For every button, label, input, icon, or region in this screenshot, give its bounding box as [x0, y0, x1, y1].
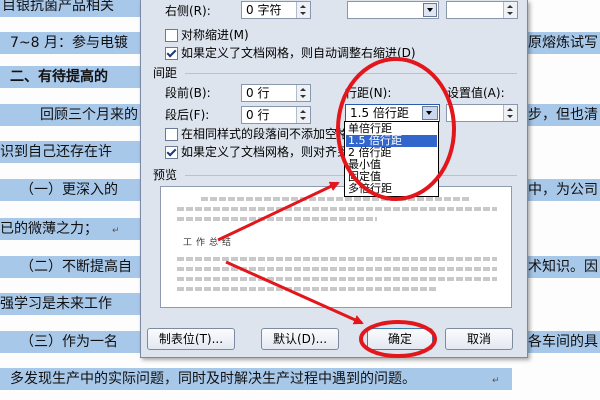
doc-line-right-text: 原熔炼试写	[528, 35, 598, 51]
section-divider	[185, 73, 517, 74]
preview-line	[177, 257, 497, 261]
space-before-value: 0 行	[246, 86, 270, 100]
spacing-section-title: 间距	[153, 66, 178, 80]
line-spacing-dropdown[interactable]: 单倍行距 1.5 倍行距 2 倍行距 最小值 固定值 多倍行距	[344, 121, 439, 197]
paragraph-mark-icon: ↵	[492, 376, 500, 386]
preview-sample-text: 工作总结	[183, 238, 236, 248]
no-space-same-style-checkbox[interactable]	[165, 128, 178, 141]
line-spacing-select[interactable]: 1.5 倍行距	[345, 104, 440, 122]
doc-line-text: （二）不断提高自	[20, 259, 132, 275]
right-indent-spinner[interactable]: 0 字符	[241, 1, 311, 19]
preview-line	[177, 267, 497, 271]
spinner-arrows-icon[interactable]	[503, 2, 517, 18]
spinner-arrows-icon[interactable]	[296, 85, 310, 101]
line-spacing-value: 1.5 倍行距	[350, 106, 409, 120]
special-indent-select[interactable]	[347, 1, 439, 19]
doc-line-text: 目银抗菌产品相关	[2, 0, 114, 14]
doc-line-text: （三）作为一名	[20, 334, 118, 350]
preview-line	[201, 197, 469, 201]
spinner-arrows-icon[interactable]	[503, 105, 517, 121]
space-after-spinner[interactable]: 0 行	[241, 106, 311, 124]
indent-by-spinner[interactable]	[446, 1, 518, 19]
preview-section-title: 预览	[153, 168, 178, 182]
spinner-arrows-icon[interactable]	[296, 2, 310, 18]
ok-button[interactable]: 确定	[367, 328, 433, 350]
tabs-button[interactable]: 制表位(T)...	[147, 328, 235, 350]
doc-line-text: 多发现生产中的实际问题，同时及时解决生产过程中遇到的问题。	[10, 371, 416, 387]
chevron-down-icon[interactable]	[422, 106, 438, 120]
right-indent-label: 右侧(R):	[165, 4, 211, 18]
doc-line-text: 7~8 月：参与电镀	[10, 35, 128, 51]
space-before-label: 段前(B):	[165, 86, 211, 100]
auto-right-indent-label: 如果定义了文档网格，则自动调整右缩进(D)	[181, 46, 416, 60]
no-space-same-style-label: 在相同样式的段落间不添加空格	[181, 127, 350, 141]
preview-line	[177, 217, 377, 221]
paragraph-mark-icon: ↵	[112, 226, 120, 236]
doc-line-text: 回顾三个月来的	[40, 107, 138, 123]
mirror-indent-label: 对称缩进(M)	[181, 28, 249, 42]
line-spacing-option[interactable]: 多倍行距	[346, 183, 437, 195]
right-indent-value: 0 字符	[246, 3, 282, 17]
doc-line-text: 强学习是未来工作	[0, 296, 112, 312]
doc-line-right-text: 术知识。因	[528, 259, 598, 275]
doc-line-text: 已的微薄之力；	[0, 221, 98, 237]
doc-line-11: 多发现生产中的实际问题，同时及时解决生产过程中遇到的问题。 ↵	[0, 365, 600, 395]
doc-line-right-text: 各车间的具	[528, 334, 598, 350]
cancel-button[interactable]: 取消	[445, 328, 513, 350]
spinner-arrows-icon[interactable]	[296, 107, 310, 123]
doc-line-right-text: 中，为公司	[528, 182, 598, 198]
setting-value-spinner[interactable]	[446, 104, 518, 122]
preview-line	[177, 207, 497, 211]
snap-to-grid-checkbox[interactable]	[165, 146, 178, 159]
snap-to-grid-label: 如果定义了文档网格，则对齐到	[181, 145, 350, 159]
mirror-indent-checkbox[interactable]	[165, 29, 178, 42]
line-spacing-label: 行距(N):	[345, 86, 392, 100]
space-after-value: 0 行	[246, 108, 270, 122]
preview-line	[177, 287, 437, 291]
default-button[interactable]: 默认(D)...	[261, 328, 339, 350]
space-before-spinner[interactable]: 0 行	[241, 84, 311, 102]
doc-line-right-text: 步，但也清	[528, 107, 598, 123]
setting-value-label: 设置值(A):	[447, 86, 505, 100]
auto-right-indent-checkbox[interactable]	[165, 47, 178, 60]
doc-line-text: （一）更深入的	[20, 182, 118, 198]
preview-box: 工作总结	[160, 186, 512, 308]
space-after-label: 段后(F):	[165, 108, 210, 122]
chevron-down-icon[interactable]	[423, 3, 437, 17]
doc-heading-text: 二、有待提高的	[10, 69, 108, 85]
doc-line-text: 识到自己还存在许	[0, 144, 112, 160]
preview-line	[177, 277, 497, 281]
